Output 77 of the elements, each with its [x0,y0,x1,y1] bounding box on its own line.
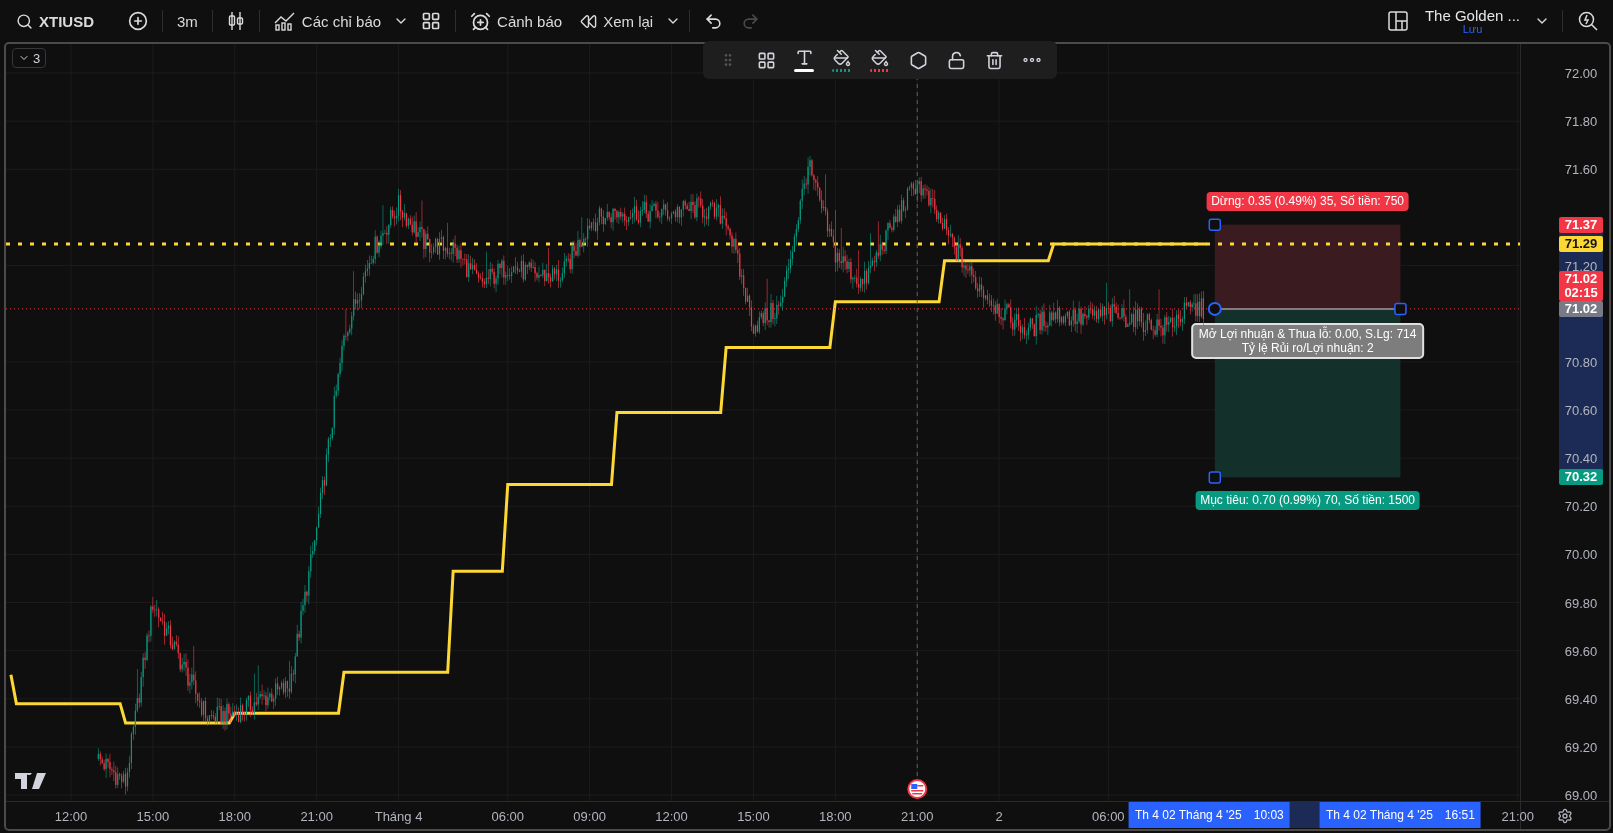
paint-bucket-icon [871,48,889,67]
trash-icon [984,50,1004,70]
grid-icon [421,11,442,31]
time-label: 15:00 [136,809,170,823]
price-text: 71.02 [1564,271,1598,286]
price-label: 71.60 [1564,162,1598,176]
time-label: 21:00 [1501,809,1535,823]
time-label: 09:00 [573,809,606,823]
date-text: Th 4 02 Tháng 4 '25 [1326,808,1433,822]
candlestick-icon [226,11,245,31]
rewind-icon [580,12,598,30]
date-text: Th 4 02 Tháng 4 '25 [1134,808,1242,822]
indicators-button[interactable]: Các chỉ báo [265,5,390,37]
price-label: 70.20 [1564,499,1598,513]
color-underline [832,68,852,72]
price-label: 70.40 [1564,451,1598,465]
more-icon [1023,58,1041,62]
time-label: 18:00 [819,809,852,823]
alarm-clock-icon [470,10,492,32]
time-label: 18:00 [218,809,251,823]
alert-button[interactable]: Cảnh báo [462,5,571,37]
price-text: 70.32 [1564,470,1598,485]
paint-bucket-icon [833,48,851,67]
price-text: 71.37 [1564,217,1598,232]
pane-collapse-button[interactable]: 3 [12,48,47,68]
undo-icon [704,11,724,31]
time-label: 12:00 [54,809,88,823]
layout-name-button[interactable]: The Golden ... Lưu [1418,7,1526,35]
time-label: 12:00 [655,809,688,823]
time-label: 15:00 [737,809,770,823]
info-text: Tỷ lệ Rủi ro/Lợi nhuận: 2 [1241,340,1374,355]
price-label: 69.20 [1564,740,1598,754]
countdown-text: 02:15 [1564,285,1598,300]
stop-label: Dừng: 0.35 (0.49%) 35, Số tiền: 750 [1206,191,1409,211]
layout-icon [1386,10,1409,32]
search-icon [1577,10,1599,32]
interval-button[interactable]: 3m [169,5,206,37]
price-label: 69.80 [1564,596,1598,610]
time-label: 21:00 [900,809,934,823]
time-label: 2 [995,809,1003,823]
hexagon-icon [908,50,928,70]
grid-icon [756,50,776,70]
target-label: Mục tiêu: 0.70 (0.99%) 70, Số tiền: 1500 [1195,491,1420,511]
move-handle[interactable] [1207,301,1222,316]
color-underline [870,68,890,72]
price-label: 71.20 [1564,259,1598,273]
symbol-search-button[interactable]: XTIUSD [8,5,102,37]
time-label: 21:00 [300,809,333,823]
logo-icon [15,773,47,789]
price-label: 72.00 [1564,66,1598,80]
price-text: 71.29 [1564,236,1598,251]
flag-icon[interactable] [907,779,928,799]
price-label: 70.00 [1564,547,1598,561]
resize-handle[interactable] [1208,218,1222,231]
color-underline [794,69,814,72]
resize-handle[interactable] [1208,471,1222,484]
text-icon [794,48,814,67]
resize-handle[interactable] [1394,302,1407,316]
unlock-icon [946,50,966,70]
time-text: 16:51 [1444,808,1475,822]
chart-icon [273,11,296,31]
price-label: 69.00 [1564,788,1598,801]
settings-icon[interactable] [1557,807,1573,824]
time-text: 10:03 [1253,808,1284,822]
price-text: 71.02 [1564,301,1598,316]
info-text: Mở Lợi nhuận & Thua lỗ: 0.00, S.Lg: 714 [1198,326,1417,341]
replay-button[interactable]: Xem lại [572,5,662,37]
time-label: Tháng 4 [374,809,423,823]
price-label: 69.60 [1564,644,1598,658]
plus-circle-icon [128,11,148,31]
price-label: 70.60 [1564,403,1598,417]
price-label: 70.80 [1564,355,1598,369]
search-icon [16,12,33,30]
time-label: 06:00 [491,809,524,823]
price-label: 71.80 [1564,114,1598,128]
price-label: 69.40 [1564,692,1598,706]
time-label: 06:00 [1092,809,1125,823]
